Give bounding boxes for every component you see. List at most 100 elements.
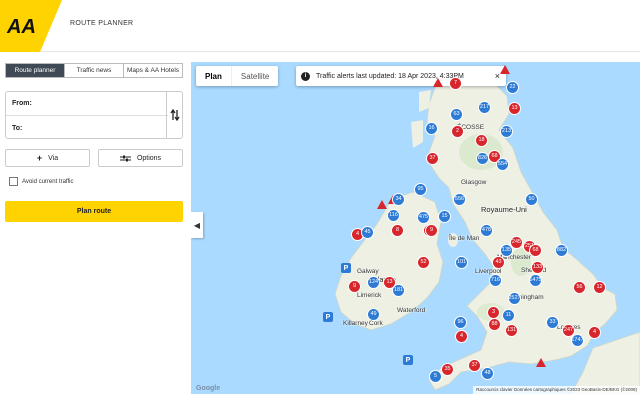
- tab-bar: Route planner Traffic news Maps & AA Hot…: [5, 63, 183, 78]
- swap-button[interactable]: [166, 92, 182, 138]
- incident-marker[interactable]: 8: [391, 224, 404, 237]
- incident-marker[interactable]: 43: [492, 256, 505, 269]
- roadworks-marker[interactable]: 116: [387, 209, 400, 222]
- plus-icon: +: [36, 153, 43, 163]
- incident-marker[interactable]: 133: [531, 261, 544, 274]
- swap-arrows-icon: [169, 109, 180, 121]
- incident-marker[interactable]: 37: [468, 359, 481, 372]
- roadworks-marker[interactable]: 34: [392, 193, 405, 206]
- page-title: ROUTE PLANNER: [70, 20, 134, 27]
- roadworks-marker[interactable]: 63: [450, 108, 463, 121]
- incident-marker[interactable]: 68: [529, 244, 542, 257]
- parking-icon[interactable]: P: [403, 355, 413, 365]
- roadworks-marker[interactable]: 48: [481, 367, 494, 380]
- roadworks-marker[interactable]: 45: [361, 226, 374, 239]
- roadworks-marker[interactable]: 1747: [571, 334, 584, 347]
- incident-marker[interactable]: 9: [348, 280, 361, 293]
- roadworks-marker[interactable]: 22: [506, 81, 519, 94]
- google-logo: Google: [196, 385, 221, 392]
- route-buttons: + Via Options: [5, 149, 183, 167]
- place-label: Cork: [369, 320, 383, 327]
- roadworks-marker[interactable]: 50: [525, 193, 538, 206]
- roadworks-marker[interactable]: 96: [454, 316, 467, 329]
- chevron-left-icon: ◀: [193, 220, 201, 230]
- incident-marker[interactable]: 56: [573, 281, 586, 294]
- roadworks-marker[interactable]: 33: [546, 316, 559, 329]
- incident-marker[interactable]: 37: [426, 152, 439, 165]
- roadworks-marker[interactable]: 882: [555, 244, 568, 257]
- avoid-traffic-row: Avoid current traffic: [9, 177, 73, 186]
- roadworks-marker[interactable]: 95: [414, 183, 427, 196]
- place-label: Galway: [357, 268, 379, 275]
- roadworks-marker[interactable]: 49: [367, 308, 380, 321]
- from-row: From:: [6, 92, 168, 116]
- roadworks-marker[interactable]: 101: [455, 256, 468, 269]
- roadworks-marker[interactable]: 124: [367, 276, 380, 289]
- to-label: To:: [12, 124, 23, 132]
- roadworks-marker[interactable]: 826: [476, 152, 489, 165]
- incident-marker[interactable]: 2: [451, 125, 464, 138]
- from-label: From:: [12, 100, 32, 107]
- roadworks-marker[interactable]: 554: [496, 158, 509, 171]
- avoid-traffic-label: Avoid current traffic: [22, 178, 74, 185]
- map-type-control: Plan Satellite: [196, 66, 279, 86]
- incident-marker[interactable]: 52: [417, 256, 430, 269]
- incident-marker[interactable]: 131: [505, 324, 518, 337]
- incident-marker[interactable]: 13: [508, 102, 521, 115]
- place-label: Killarney: [343, 320, 368, 327]
- incident-marker[interactable]: 18: [475, 134, 488, 147]
- parking-icon[interactable]: P: [323, 312, 333, 322]
- roadworks-marker[interactable]: 15: [438, 210, 451, 223]
- incident-marker[interactable]: 35: [441, 363, 454, 376]
- roadworks-marker[interactable]: 11: [502, 309, 515, 322]
- place-label: Glasgow: [461, 179, 487, 186]
- tab-route-planner[interactable]: Route planner: [6, 64, 65, 77]
- incident-marker[interactable]: 4: [588, 326, 601, 339]
- via-label: Via: [48, 154, 59, 162]
- roadworks-marker[interactable]: 556: [453, 193, 466, 206]
- incident-marker[interactable]: 88: [488, 318, 501, 331]
- incident-marker[interactable]: 12: [593, 281, 606, 294]
- incident-marker[interactable]: 4: [455, 330, 468, 343]
- info-icon: i: [301, 71, 310, 81]
- from-field[interactable]: [35, 100, 168, 107]
- avoid-traffic-checkbox[interactable]: [9, 177, 18, 186]
- incident-warning-icon[interactable]: [377, 200, 387, 209]
- roadworks-marker[interactable]: 135: [500, 244, 513, 257]
- incident-warning-icon[interactable]: [433, 78, 443, 87]
- roadworks-marker[interactable]: 181: [392, 284, 405, 297]
- map-type-satellite[interactable]: Satellite: [230, 66, 278, 86]
- plan-route-button[interactable]: Plan route: [5, 201, 183, 222]
- place-label: Royaume-Uni: [481, 205, 527, 214]
- roadworks-marker[interactable]: 475: [417, 211, 430, 224]
- roadworks-marker[interactable]: 213: [500, 125, 513, 138]
- traffic-alert-banner: i Traffic alerts last updated: 18 Apr 20…: [296, 66, 506, 86]
- aa-logo[interactable]: AA: [0, 0, 62, 52]
- tab-traffic-news[interactable]: Traffic news: [65, 64, 124, 77]
- roadworks-marker[interactable]: 16: [425, 122, 438, 135]
- incident-warning-icon[interactable]: [500, 65, 510, 74]
- options-button[interactable]: Options: [98, 149, 183, 167]
- header: AA ROUTE PLANNER: [0, 0, 640, 52]
- roadworks-marker[interactable]: 1475: [529, 274, 542, 287]
- traffic-map[interactable]: ◀ Plan Satellite i Traffic alerts last u…: [191, 62, 640, 394]
- map-attribution[interactable]: Raccourcis clavier Données cartographiqu…: [473, 386, 640, 394]
- map-type-plan[interactable]: Plan: [196, 66, 231, 86]
- parking-icon[interactable]: P: [341, 263, 351, 273]
- roadworks-marker[interactable]: 5: [429, 370, 442, 383]
- roadworks-marker[interactable]: 716: [489, 274, 502, 287]
- logo-text: AA: [6, 16, 36, 38]
- tab-maps-hotels[interactable]: Maps & AA Hotels: [124, 64, 182, 77]
- incident-marker[interactable]: 7: [449, 77, 462, 90]
- collapse-panel-button[interactable]: ◀: [191, 212, 203, 238]
- to-field[interactable]: [26, 124, 168, 132]
- roadworks-marker[interactable]: 478: [480, 224, 493, 237]
- incident-warning-icon[interactable]: [536, 358, 546, 367]
- via-button[interactable]: + Via: [5, 149, 90, 167]
- roadworks-marker[interactable]: 2527: [508, 292, 521, 305]
- options-label: Options: [136, 154, 162, 162]
- place-label: Limerick: [357, 292, 382, 299]
- place-label: Waterford: [397, 307, 426, 314]
- roadworks-marker[interactable]: 217: [478, 101, 491, 114]
- incident-marker[interactable]: 9: [425, 224, 438, 237]
